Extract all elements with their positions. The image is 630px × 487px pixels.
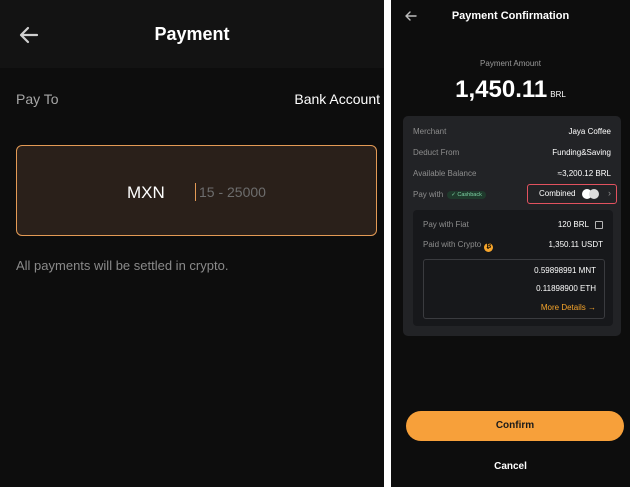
deduct-from-label: Deduct From xyxy=(413,148,460,157)
merchant-value: Jaya Coffee xyxy=(568,127,611,136)
pay-with-fiat-checkbox[interactable] xyxy=(595,221,603,229)
pay-to-label: Pay To xyxy=(16,91,59,107)
paid-with-crypto-value: 1,350.11 USDT xyxy=(548,240,603,249)
pay-with-fiat-value: 120 BRL xyxy=(557,220,589,229)
payment-breakdown: Pay with Fiat 120 BRL Paid with Crypto ₿ … xyxy=(413,210,613,326)
paid-with-crypto-row: Paid with Crypto ₿ 1,350.11 USDT xyxy=(423,240,603,252)
pay-with-fiat-label: Pay with Fiat xyxy=(423,220,469,229)
available-balance-label: Available Balance xyxy=(413,169,477,178)
payment-amount: 1,450.11 BRL xyxy=(391,76,630,104)
pay-with-selector[interactable]: Combined › xyxy=(527,184,617,204)
pay-to-selector[interactable]: Bank Account xyxy=(294,91,380,107)
more-details-link[interactable]: More Details → xyxy=(541,303,596,312)
amount-input-field[interactable]: MXN 15 - 25000 xyxy=(16,145,377,236)
settlement-note: All payments will be settled in crypto. xyxy=(16,258,229,273)
cancel-button[interactable]: Cancel xyxy=(391,461,630,472)
paid-with-crypto-label: Paid with Crypto ₿ xyxy=(423,240,494,252)
page-title: Payment xyxy=(154,24,230,44)
paid-with-crypto-label-text: Paid with Crypto xyxy=(423,240,482,249)
crypto-breakdown-box: 0.59898991 MNT 0.11898900 ETH More Detai… xyxy=(423,259,605,319)
crypto-coin-icon: ₿ xyxy=(484,243,494,252)
payment-screen: Payment Pay To Bank Account MXN 15 - 250… xyxy=(0,0,384,487)
available-balance-row: Available Balance ≈3,200.12 BRL xyxy=(413,169,611,181)
merchant-label: Merchant xyxy=(413,127,447,136)
text-caret xyxy=(195,183,196,201)
payment-details-card: Merchant Jaya Coffee Deduct From Funding… xyxy=(403,116,621,336)
page-title: Payment Confirmation xyxy=(451,10,570,22)
available-balance-value: ≈3,200.12 BRL xyxy=(557,169,611,178)
pay-with-value: Combined xyxy=(539,189,576,198)
amount-placeholder: 15 - 25000 xyxy=(199,184,266,200)
payment-amount-label: Payment Amount xyxy=(480,59,541,68)
pay-with-label: Pay with ✓ Cashback xyxy=(413,190,486,199)
merchant-row: Merchant Jaya Coffee xyxy=(413,127,611,139)
payment-confirmation-screen: Payment Confirmation Payment Amount 1,45… xyxy=(391,0,630,487)
payment-amount-currency: BRL xyxy=(550,90,566,99)
crypto-line-eth: 0.11898900 ETH xyxy=(536,284,596,293)
currency-label[interactable]: MXN xyxy=(127,183,165,203)
payment-header: Payment xyxy=(0,0,384,68)
chevron-right-icon: › xyxy=(608,188,611,198)
deduct-from-value: Funding&Saving xyxy=(552,148,611,157)
confirm-button[interactable]: Confirm xyxy=(406,411,624,441)
pay-with-fiat-row: Pay with Fiat 120 BRL xyxy=(423,220,603,232)
payment-amount-value: 1,450.11 xyxy=(455,76,548,103)
deduct-from-row: Deduct From Funding&Saving xyxy=(413,148,611,160)
pay-with-label-text: Pay with xyxy=(413,190,444,199)
cashback-badge: ✓ Cashback xyxy=(447,191,486,199)
crypto-line-mnt: 0.59898991 MNT xyxy=(534,266,596,275)
coin-icon xyxy=(589,189,599,199)
